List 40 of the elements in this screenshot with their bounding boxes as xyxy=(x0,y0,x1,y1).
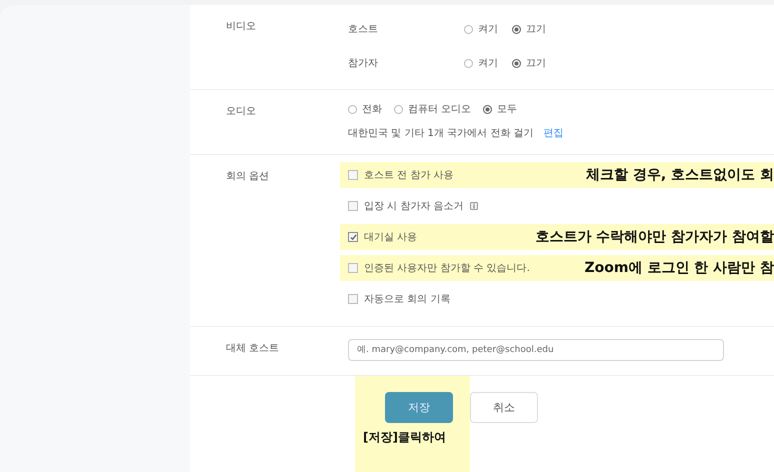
annotation-text: [저장]클릭하여 xyxy=(363,429,447,446)
checkbox-label: 자동으로 회의 기록 xyxy=(364,293,450,306)
checkbox[interactable] xyxy=(348,170,358,180)
cancel-button[interactable]: 취소 xyxy=(470,392,538,423)
radio-button[interactable] xyxy=(348,104,357,114)
edit-link[interactable]: 편집 xyxy=(543,126,564,140)
checkbox[interactable] xyxy=(348,263,358,273)
checkbox[interactable] xyxy=(348,294,358,304)
radio-label: 켜기 xyxy=(478,23,498,36)
radio-button[interactable] xyxy=(512,58,521,68)
radio-button[interactable] xyxy=(394,104,403,114)
row-label: 참가자 xyxy=(348,57,379,70)
radio-button[interactable] xyxy=(512,24,521,34)
checkbox-label: 입장 시 참가자 음소거 xyxy=(364,200,464,213)
radio-label: 컴퓨터 오디오 xyxy=(408,103,472,116)
checkbox-label: 대기실 사용 xyxy=(364,231,418,244)
radio-label: 전화 xyxy=(362,103,382,116)
radio-button[interactable] xyxy=(483,104,492,114)
radio-button[interactable] xyxy=(464,58,473,68)
section-label: 오디오 xyxy=(225,105,257,119)
radio-button[interactable] xyxy=(464,24,473,34)
annotation-text: Zoom에 로그인 한 사람만 참 xyxy=(584,259,774,277)
annotation-text: 호스트가 수락해야만 참가자가 참여할 xyxy=(535,228,774,246)
annotation-text: 체크할 경우, 호스트없이도 회 xyxy=(586,166,774,184)
radio-label: 끄기 xyxy=(526,57,546,70)
row-label: 호스트 xyxy=(348,23,379,36)
save-button[interactable]: 저장 xyxy=(385,392,453,423)
checkbox[interactable] xyxy=(348,232,358,242)
checkbox-label: 인증된 사용자만 참가할 수 있습니다. xyxy=(364,262,530,275)
info-icon[interactable] xyxy=(470,202,478,210)
dial-in-note: 대한민국 및 기타 1개 국가에서 전화 걸기 xyxy=(348,127,534,140)
checkbox[interactable] xyxy=(348,201,358,211)
radio-label: 끄기 xyxy=(526,23,546,36)
checkbox-label: 호스트 전 참가 사용 xyxy=(364,169,454,182)
section-label: 대체 호스트 xyxy=(225,342,280,356)
section-label: 비디오 xyxy=(225,20,257,34)
section-label: 회의 옵션 xyxy=(225,170,270,184)
alternative-host-field[interactable]: 예. mary@company.com, peter@school.edu xyxy=(348,339,724,361)
radio-label: 켜기 xyxy=(478,57,498,70)
radio-label: 모두 xyxy=(497,103,518,116)
